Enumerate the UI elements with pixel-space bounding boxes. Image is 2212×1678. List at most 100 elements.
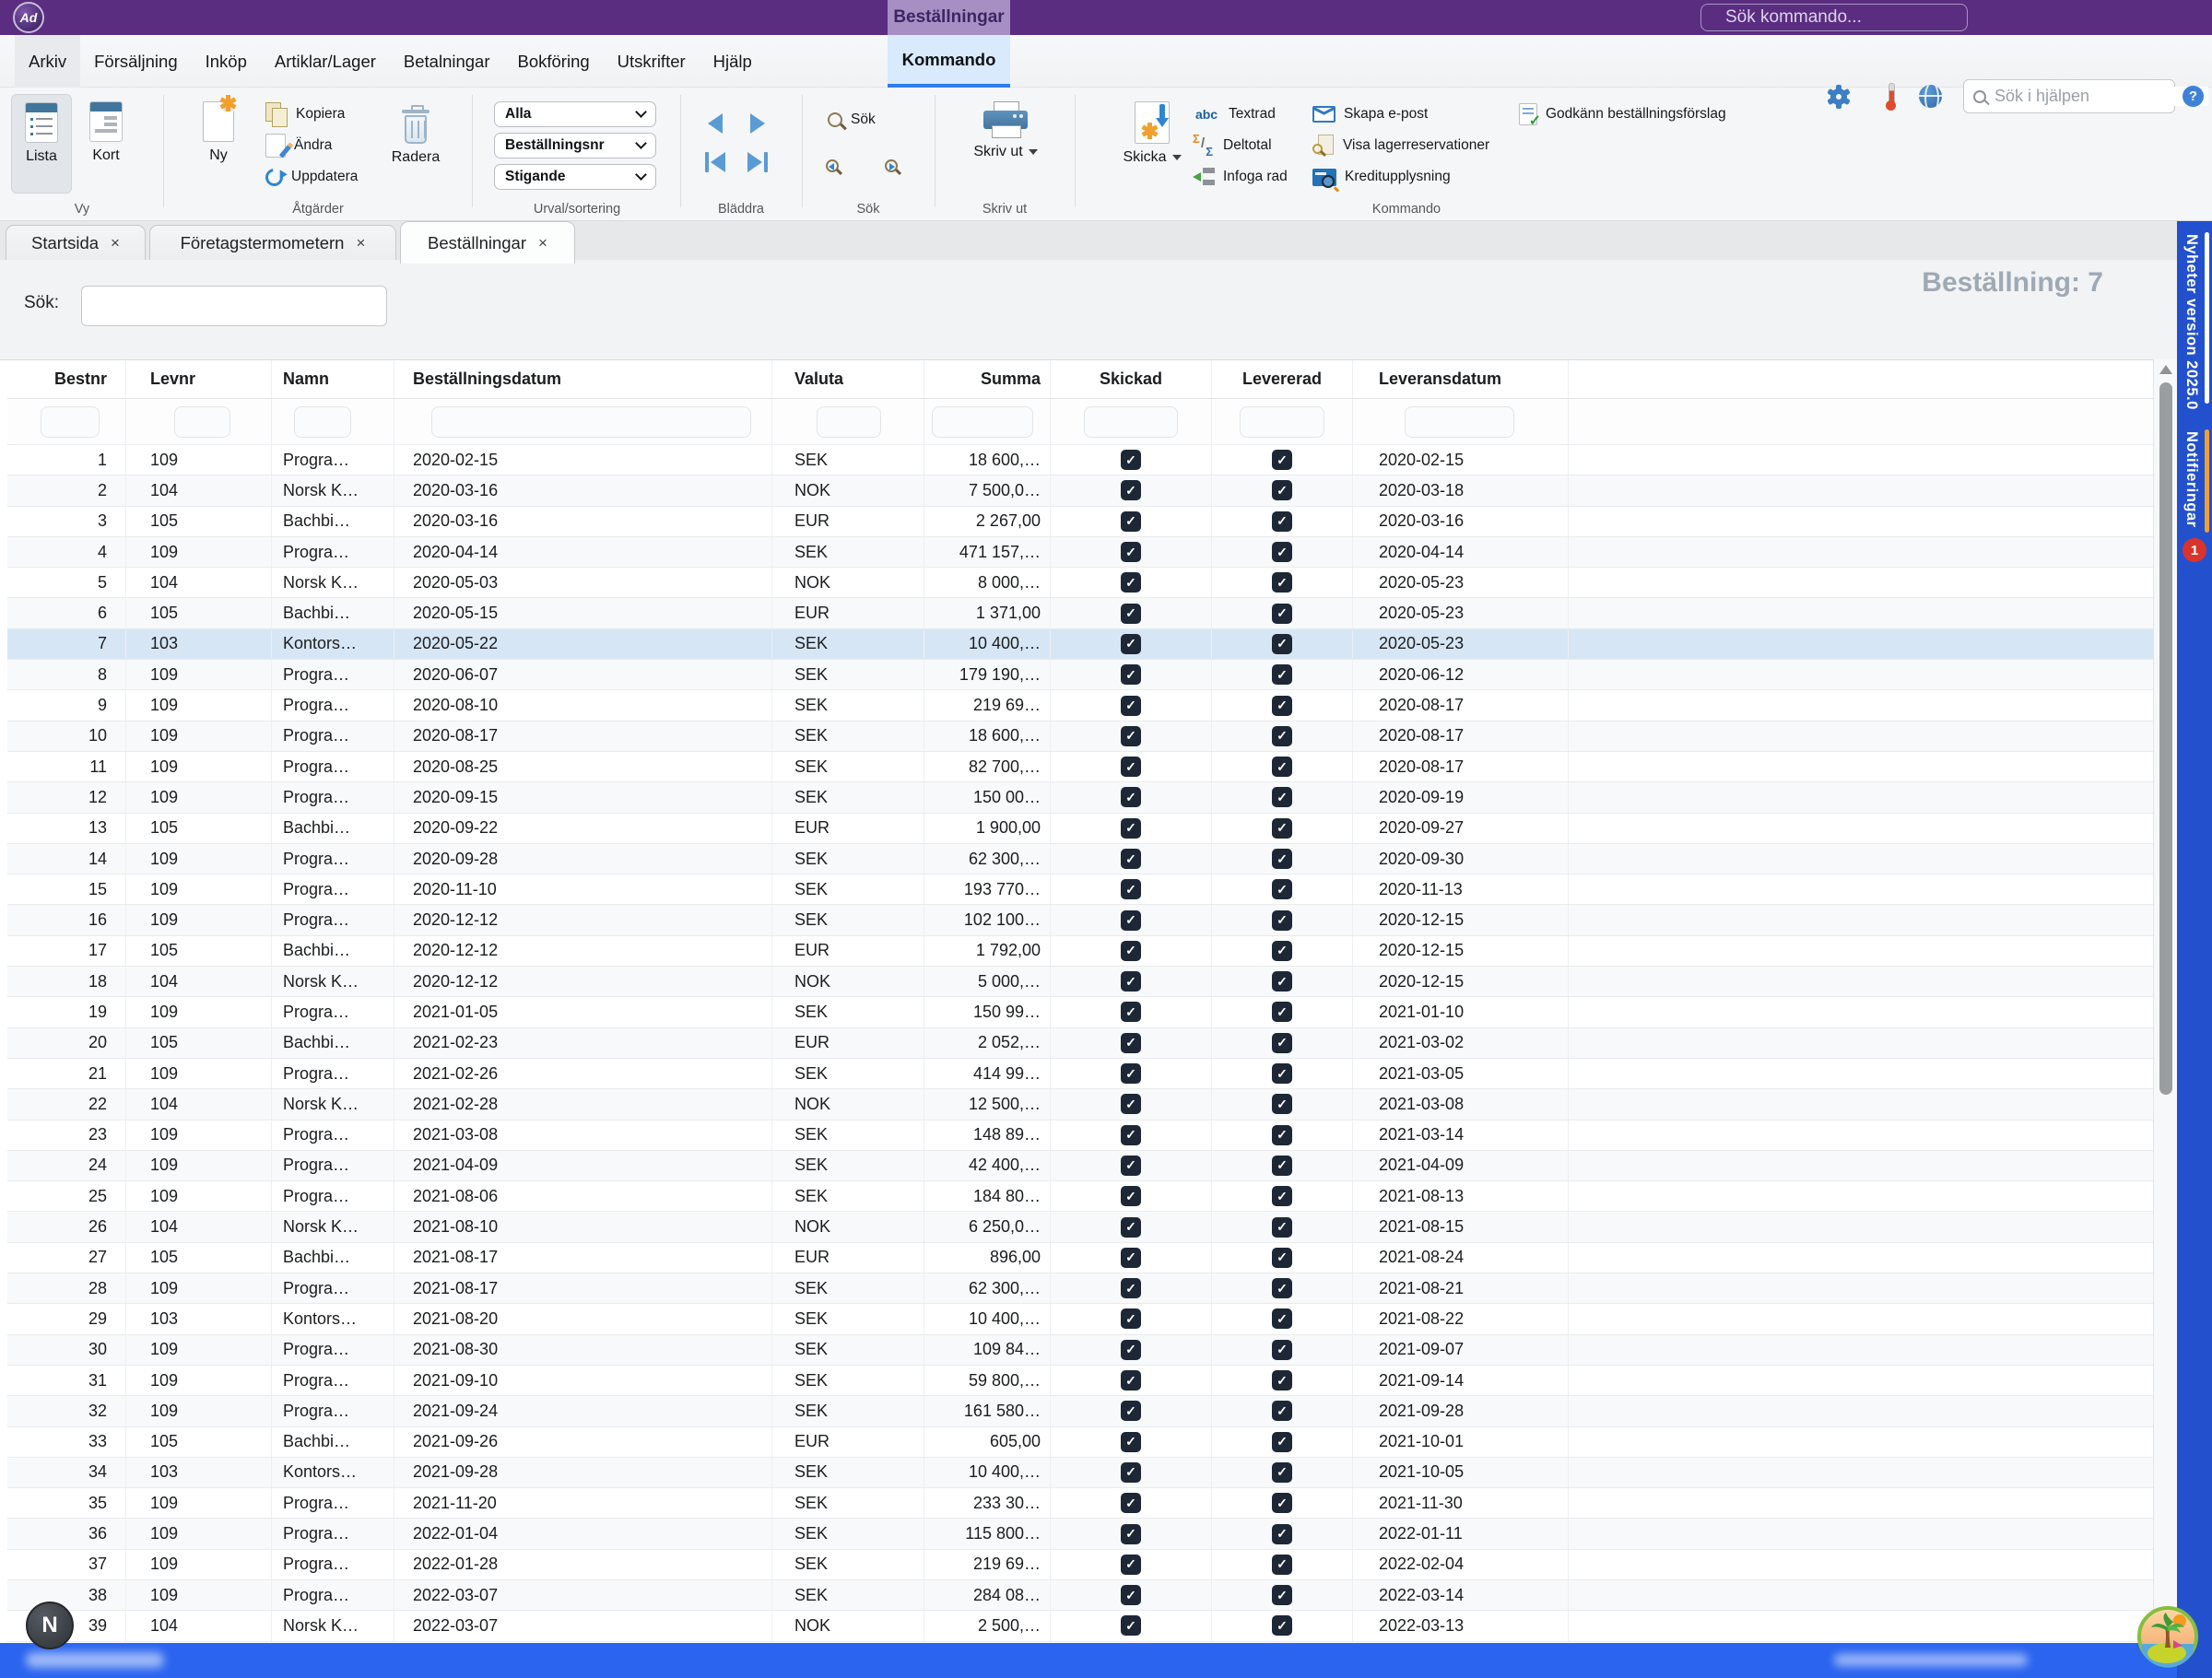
table-row[interactable]: 20105Bachbi…2021-02-23EUR2 052,…✓✓2021-0… xyxy=(7,1028,2153,1059)
levererad-checkbox[interactable]: ✓ xyxy=(1272,1524,1292,1544)
skickad-checkbox[interactable]: ✓ xyxy=(1121,1462,1141,1483)
skickad-checkbox[interactable]: ✓ xyxy=(1121,450,1141,470)
table-row[interactable]: 8109Progra…2020-06-07SEK179 190,…✓✓2020-… xyxy=(7,660,2153,690)
levererad-checkbox[interactable]: ✓ xyxy=(1272,757,1292,777)
last-record-button[interactable] xyxy=(739,147,776,178)
sort-field-dropdown[interactable]: Beställningsnr xyxy=(494,133,656,158)
skickad-checkbox[interactable]: ✓ xyxy=(1121,1493,1141,1513)
menu-item-utskrifter[interactable]: Utskrifter xyxy=(604,35,700,88)
levererad-checkbox[interactable]: ✓ xyxy=(1272,1278,1292,1298)
filter-input-leveransdatum[interactable] xyxy=(1405,406,1514,438)
table-row[interactable]: 31109Progra…2021-09-10SEK59 800,…✓✓2021-… xyxy=(7,1366,2153,1396)
table-row[interactable]: 39104Norsk K…2022-03-07NOK2 500,…✓✓2022-… xyxy=(7,1611,2153,1641)
n-floating-button[interactable]: N xyxy=(26,1602,74,1649)
levererad-checkbox[interactable]: ✓ xyxy=(1272,604,1292,624)
skickad-checkbox[interactable]: ✓ xyxy=(1121,664,1141,685)
levererad-checkbox[interactable]: ✓ xyxy=(1272,696,1292,716)
table-row[interactable]: 21109Progra…2021-02-26SEK414 99…✓✓2021-0… xyxy=(7,1059,2153,1089)
levererad-checkbox[interactable]: ✓ xyxy=(1272,572,1292,593)
kreditupplysning-button[interactable]: Kreditupplysning xyxy=(1312,165,1451,189)
table-row[interactable]: 23109Progra…2021-03-08SEK148 89…✓✓2021-0… xyxy=(7,1121,2153,1151)
table-row[interactable]: 11109Progra…2020-08-25SEK82 700,…✓✓2020-… xyxy=(7,752,2153,782)
levererad-checkbox[interactable]: ✓ xyxy=(1272,664,1292,685)
levererad-checkbox[interactable]: ✓ xyxy=(1272,787,1292,807)
visa-lagerreservationer-button[interactable]: Visa lagerreservationer xyxy=(1312,134,1489,158)
levererad-checkbox[interactable]: ✓ xyxy=(1272,1094,1292,1114)
skickad-checkbox[interactable]: ✓ xyxy=(1121,1615,1141,1636)
skickad-checkbox[interactable]: ✓ xyxy=(1121,1125,1141,1145)
column-header-summa[interactable]: Summa xyxy=(924,360,1051,398)
menu-item-kommando-active[interactable]: Kommando xyxy=(888,35,1010,88)
skickad-checkbox[interactable]: ✓ xyxy=(1121,1186,1141,1206)
levererad-checkbox[interactable]: ✓ xyxy=(1272,1217,1292,1238)
column-header-skickad[interactable]: Skickad xyxy=(1051,360,1212,398)
levererad-checkbox[interactable]: ✓ xyxy=(1272,1370,1292,1391)
levererad-checkbox[interactable]: ✓ xyxy=(1272,634,1292,654)
deltotal-button[interactable]: Σ/Σ Deltotal xyxy=(1193,134,1272,158)
skickad-checkbox[interactable]: ✓ xyxy=(1121,1248,1141,1268)
close-icon[interactable]: × xyxy=(356,234,365,252)
skapa-epost-button[interactable]: Skapa e-post xyxy=(1312,102,1428,126)
levererad-checkbox[interactable]: ✓ xyxy=(1272,1033,1292,1053)
ny-button[interactable]: Ny xyxy=(188,94,249,194)
table-row[interactable]: 17105Bachbi…2020-12-12EUR1 792,00✓✓2020-… xyxy=(7,936,2153,967)
menu-item-inkop[interactable]: Inköp xyxy=(192,35,261,88)
globe-icon[interactable] xyxy=(1919,85,1942,108)
scroll-up-icon[interactable] xyxy=(2159,365,2172,374)
skickad-checkbox[interactable]: ✓ xyxy=(1121,1432,1141,1452)
column-header-namn[interactable]: Namn xyxy=(272,360,394,398)
kopiera-button[interactable]: Kopiera xyxy=(265,102,345,126)
skickad-checkbox[interactable]: ✓ xyxy=(1121,634,1141,654)
table-row[interactable]: 6105Bachbi…2020-05-15EUR1 371,00✓✓2020-0… xyxy=(7,598,2153,628)
settings-gear-icon[interactable] xyxy=(1829,87,1849,107)
palm-island-icon[interactable] xyxy=(2136,1605,2199,1668)
table-row[interactable]: 1109Progra…2020-02-15SEK18 600,…✓✓2020-0… xyxy=(7,445,2153,475)
table-row[interactable]: 16109Progra…2020-12-12SEK102 100…✓✓2020-… xyxy=(7,905,2153,935)
levererad-checkbox[interactable]: ✓ xyxy=(1272,1340,1292,1360)
first-record-button[interactable] xyxy=(697,147,734,178)
infoga-rad-button[interactable]: Infoga rad xyxy=(1193,165,1288,189)
filter-input-namn[interactable] xyxy=(294,406,351,438)
skickad-checkbox[interactable]: ✓ xyxy=(1121,726,1141,746)
table-row[interactable]: 29103Kontors…2021-08-20SEK10 400,…✓✓2021… xyxy=(7,1304,2153,1334)
levererad-checkbox[interactable]: ✓ xyxy=(1272,1432,1292,1452)
skriv-ut-button[interactable]: Skriv ut xyxy=(973,94,1038,194)
levererad-checkbox[interactable]: ✓ xyxy=(1272,1063,1292,1084)
skickad-checkbox[interactable]: ✓ xyxy=(1121,849,1141,869)
skickad-checkbox[interactable]: ✓ xyxy=(1121,1555,1141,1575)
filter-input-valuta[interactable] xyxy=(817,406,881,438)
close-icon[interactable]: × xyxy=(538,234,547,252)
help-search-box[interactable] xyxy=(1963,79,2175,113)
levererad-checkbox[interactable]: ✓ xyxy=(1272,1308,1292,1329)
skickad-checkbox[interactable]: ✓ xyxy=(1121,941,1141,961)
table-row[interactable]: 34103Kontors…2021-09-28SEK10 400,…✓✓2021… xyxy=(7,1458,2153,1488)
sort-order-dropdown[interactable]: Stigande xyxy=(494,164,656,190)
table-row[interactable]: 12109Progra…2020-09-15SEK150 00…✓✓2020-0… xyxy=(7,782,2153,813)
skickad-checkbox[interactable]: ✓ xyxy=(1121,1033,1141,1053)
table-row[interactable]: 4109Progra…2020-04-14SEK471 157,…✓✓2020-… xyxy=(7,537,2153,568)
table-row[interactable]: 26104Norsk K…2021-08-10NOK6 250,0…✓✓2021… xyxy=(7,1212,2153,1242)
uppdatera-button[interactable]: Uppdatera xyxy=(265,165,358,189)
table-row[interactable]: 28109Progra…2021-08-17SEK62 300,…✓✓2021-… xyxy=(7,1273,2153,1304)
filter-input-levnr[interactable] xyxy=(174,406,230,438)
close-icon[interactable]: × xyxy=(111,234,120,252)
skickad-checkbox[interactable]: ✓ xyxy=(1121,604,1141,624)
thermometer-icon[interactable] xyxy=(1886,83,1895,111)
skickad-checkbox[interactable]: ✓ xyxy=(1121,1308,1141,1329)
table-row[interactable]: 3105Bachbi…2020-03-16EUR2 267,00✓✓2020-0… xyxy=(7,507,2153,537)
skickad-checkbox[interactable]: ✓ xyxy=(1121,818,1141,839)
levererad-checkbox[interactable]: ✓ xyxy=(1272,879,1292,899)
next-record-button[interactable] xyxy=(739,108,776,139)
skickad-checkbox[interactable]: ✓ xyxy=(1121,480,1141,500)
table-row[interactable]: 13105Bachbi…2020-09-22EUR1 900,00✓✓2020-… xyxy=(7,814,2153,844)
column-header-bestallningsdatum[interactable]: Beställningsdatum xyxy=(394,360,772,398)
skickad-checkbox[interactable]: ✓ xyxy=(1121,757,1141,777)
levererad-checkbox[interactable]: ✓ xyxy=(1272,511,1292,532)
skickad-checkbox[interactable]: ✓ xyxy=(1121,542,1141,562)
skickad-checkbox[interactable]: ✓ xyxy=(1121,1585,1141,1605)
column-header-levnr[interactable]: Levnr xyxy=(126,360,272,398)
table-row[interactable]: 30109Progra…2021-08-30SEK109 84…✓✓2021-0… xyxy=(7,1335,2153,1366)
table-row[interactable]: 24109Progra…2021-04-09SEK42 400,…✓✓2021-… xyxy=(7,1151,2153,1181)
table-row[interactable]: 22104Norsk K…2021-02-28NOK12 500,…✓✓2021… xyxy=(7,1089,2153,1120)
skickad-checkbox[interactable]: ✓ xyxy=(1121,879,1141,899)
